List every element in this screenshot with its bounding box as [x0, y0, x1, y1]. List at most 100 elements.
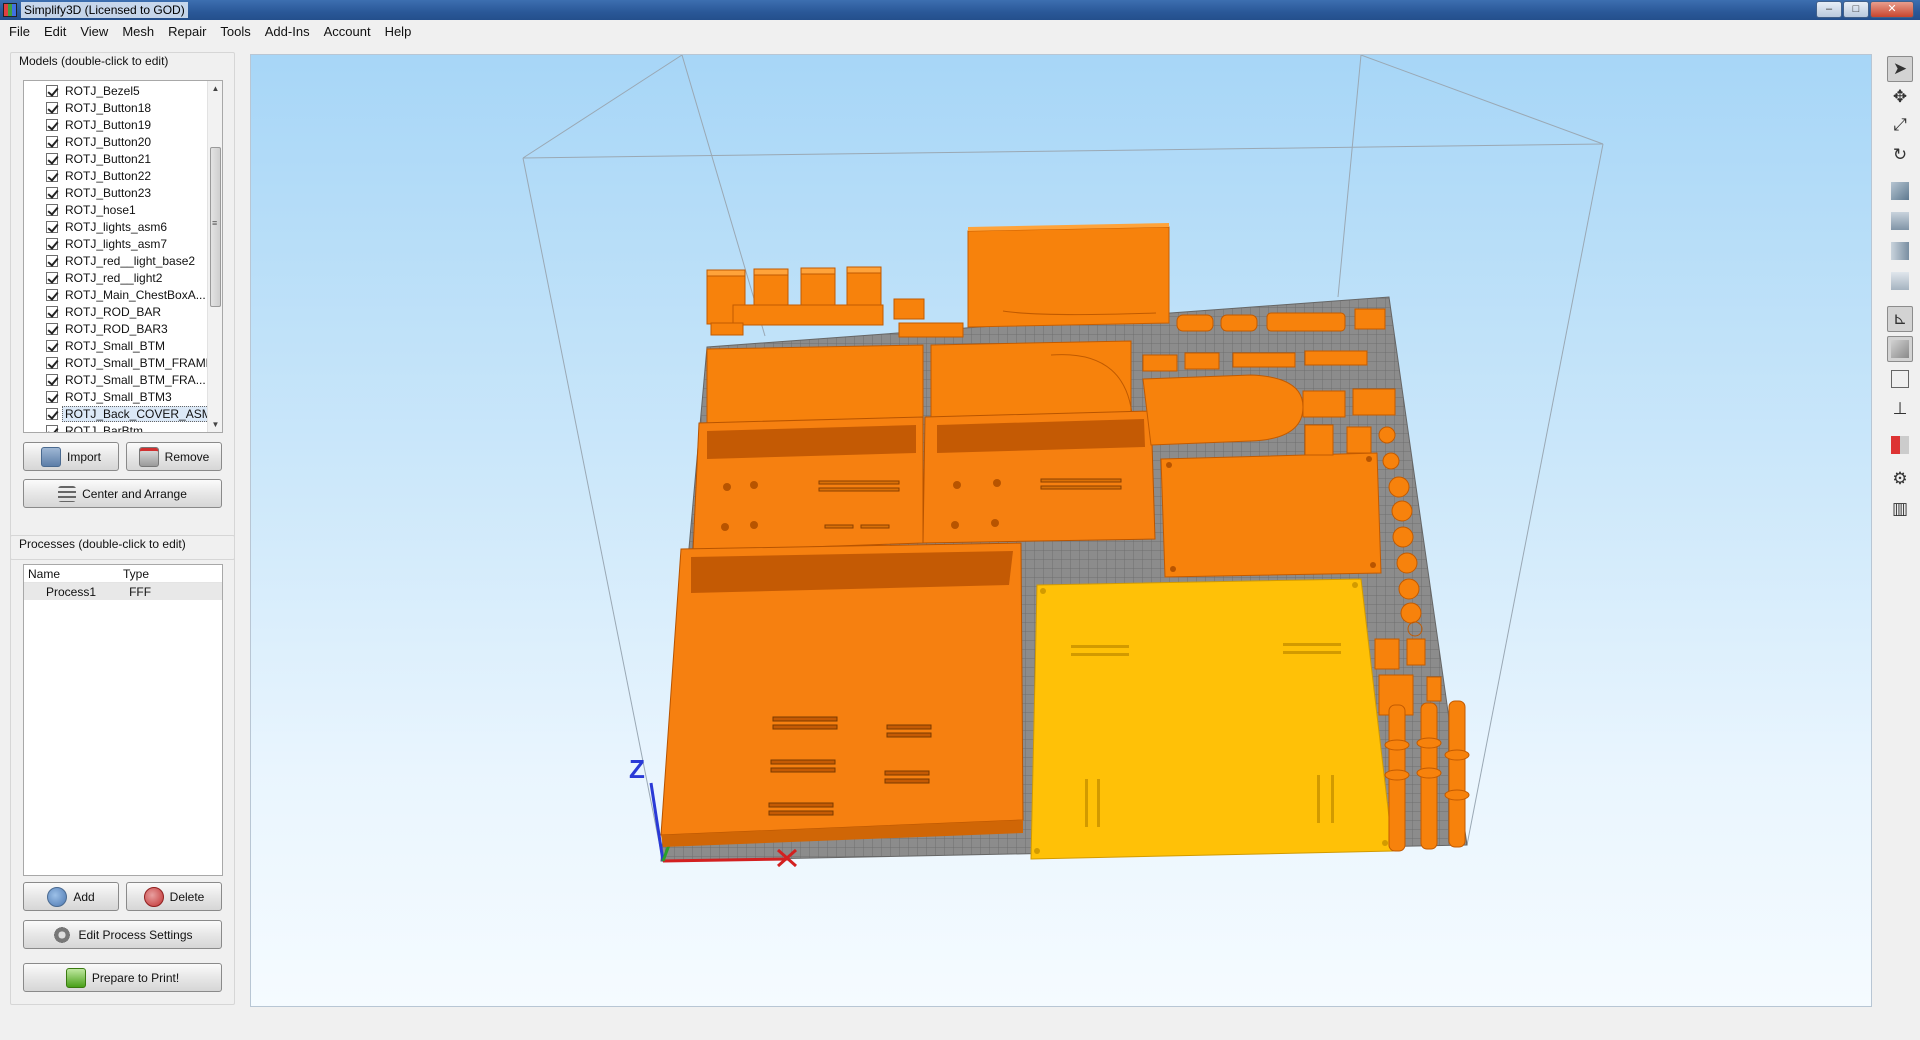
- model-name: ROTJ_BarBtm: [65, 423, 144, 433]
- checkbox[interactable]: [46, 390, 58, 403]
- checkbox[interactable]: [46, 220, 58, 233]
- processes-table[interactable]: Name Type Process1 FFF: [23, 564, 223, 876]
- checkbox[interactable]: [46, 407, 58, 420]
- import-button[interactable]: Import: [23, 442, 119, 471]
- list-item[interactable]: ROTJ_Button20: [24, 133, 222, 150]
- scroll-up-icon[interactable]: ▲: [208, 81, 222, 96]
- checkbox[interactable]: [46, 237, 58, 250]
- solid-view-icon[interactable]: [1887, 336, 1913, 362]
- model-back-panel[interactable]: [967, 223, 1170, 328]
- list-item[interactable]: ROTJ_Button23: [24, 184, 222, 201]
- menu-add-ins[interactable]: Add-Ins: [258, 20, 317, 43]
- checkbox[interactable]: [46, 305, 58, 318]
- menu-mesh[interactable]: Mesh: [115, 20, 161, 43]
- checkbox[interactable]: [46, 152, 58, 165]
- menu-edit[interactable]: Edit: [37, 20, 73, 43]
- list-item[interactable]: ROTJ_lights_asm7: [24, 235, 222, 252]
- model-plate-right[interactable]: [1160, 452, 1382, 578]
- scroll-down-icon[interactable]: ▼: [208, 417, 222, 432]
- models-list[interactable]: ROTJ_Bezel5 ROTJ_Button18 ROTJ_Button19 ROT…: [23, 80, 223, 433]
- view-top-icon[interactable]: [1887, 268, 1913, 294]
- checkbox[interactable]: [46, 373, 58, 386]
- list-item[interactable]: ROTJ_red__light_base2: [24, 252, 222, 269]
- 3d-viewport[interactable]: Z: [250, 54, 1872, 1007]
- model-box-large[interactable]: [660, 542, 1024, 847]
- scale-icon[interactable]: ⤢: [1887, 112, 1913, 138]
- list-item[interactable]: ROTJ_Bezel5: [24, 82, 222, 99]
- checkbox[interactable]: [46, 271, 58, 284]
- list-item[interactable]: ROTJ_Button22: [24, 167, 222, 184]
- checkbox[interactable]: [46, 118, 58, 131]
- checkbox[interactable]: [46, 203, 58, 216]
- close-button[interactable]: ✕: [1870, 1, 1914, 18]
- remove-button[interactable]: Remove: [126, 442, 222, 471]
- move-icon[interactable]: ✥: [1887, 84, 1913, 110]
- model-small-blocks[interactable]: [706, 266, 964, 338]
- menu-view[interactable]: View: [73, 20, 115, 43]
- list-item[interactable]: ROTJ_Button18: [24, 99, 222, 116]
- app-logo-icon: [3, 3, 17, 17]
- menu-repair[interactable]: Repair: [161, 20, 213, 43]
- cross-section-icon[interactable]: [1887, 432, 1913, 458]
- model-rod-bars[interactable]: [1384, 700, 1470, 852]
- table-row[interactable]: Process1 FFF: [24, 583, 222, 600]
- scroll-thumb[interactable]: [210, 147, 221, 307]
- checkbox[interactable]: [46, 84, 58, 97]
- edit-process-settings-button[interactable]: Edit Process Settings: [23, 920, 222, 949]
- list-item[interactable]: ROTJ_ROD_BAR3: [24, 320, 222, 337]
- maximize-button[interactable]: □: [1843, 1, 1869, 18]
- menu-tools[interactable]: Tools: [213, 20, 257, 43]
- wireframe-view-icon[interactable]: [1887, 366, 1913, 392]
- list-item[interactable]: ROTJ_Main_ChestBoxA...: [24, 286, 222, 303]
- list-item[interactable]: ROTJ_Button19: [24, 116, 222, 133]
- axes-icon[interactable]: ⊾: [1887, 306, 1913, 332]
- list-item[interactable]: ROTJ_Small_BTM_FRA...: [24, 371, 222, 388]
- menu-file[interactable]: File: [2, 20, 37, 43]
- checkbox[interactable]: [46, 424, 58, 432]
- view-default-icon[interactable]: [1887, 178, 1913, 204]
- add-process-button[interactable]: Add: [23, 882, 119, 911]
- checkbox[interactable]: [46, 254, 58, 267]
- menu-help[interactable]: Help: [378, 20, 419, 43]
- prepare-to-print-button[interactable]: Prepare to Print!: [23, 963, 222, 992]
- normals-icon[interactable]: ⊥: [1887, 396, 1913, 422]
- view-front-icon[interactable]: [1887, 208, 1913, 234]
- build-volume-scene: Z: [522, 55, 1604, 868]
- supports-icon[interactable]: ▥: [1887, 496, 1913, 522]
- delete-process-button[interactable]: Delete: [126, 882, 222, 911]
- list-item[interactable]: ROTJ_BarBtm: [24, 422, 222, 433]
- rotate-icon[interactable]: ↻: [1887, 142, 1913, 168]
- checkbox[interactable]: [46, 101, 58, 114]
- list-item[interactable]: ROTJ_Small_BTM3: [24, 388, 222, 405]
- list-item[interactable]: ROTJ_hose1: [24, 201, 222, 218]
- list-item[interactable]: ROTJ_ROD_BAR: [24, 303, 222, 320]
- window-controls: – □ ✕: [1816, 1, 1914, 18]
- view-side-icon[interactable]: [1887, 238, 1913, 264]
- settings-icon[interactable]: ⚙: [1887, 466, 1913, 492]
- model-back-cover-selected[interactable]: [1030, 578, 1394, 860]
- model-box-upper-left[interactable]: [692, 344, 924, 552]
- import-icon: [40, 446, 61, 467]
- checkbox[interactable]: [46, 169, 58, 182]
- center-arrange-button[interactable]: Center and Arrange: [23, 479, 222, 508]
- menu-account[interactable]: Account: [317, 20, 378, 43]
- list-item[interactable]: ROTJ_Button21: [24, 150, 222, 167]
- minimize-button[interactable]: –: [1816, 1, 1842, 18]
- checkbox[interactable]: [46, 186, 58, 199]
- models-list-scrollbar[interactable]: ▲ ▼: [207, 81, 222, 432]
- checkbox[interactable]: [46, 135, 58, 148]
- model-box-upper-middle[interactable]: [922, 340, 1156, 544]
- select-icon[interactable]: ➤: [1887, 56, 1913, 82]
- list-item[interactable]: ROTJ_Small_BTM: [24, 337, 222, 354]
- list-item[interactable]: ROTJ_lights_asm6: [24, 218, 222, 235]
- checkbox[interactable]: [46, 288, 58, 301]
- model-name: ROTJ_Small_BTM: [65, 338, 166, 353]
- checkbox[interactable]: [46, 356, 58, 369]
- list-item[interactable]: ROTJ_Small_BTM_FRAME: [24, 354, 222, 371]
- model-d-plate[interactable]: [1142, 374, 1304, 446]
- checkbox[interactable]: [46, 339, 58, 352]
- list-item[interactable]: ROTJ_red__light2: [24, 269, 222, 286]
- checkbox[interactable]: [46, 322, 58, 335]
- list-item[interactable]: ROTJ_Back_COVER_ASM: [24, 405, 222, 422]
- model-name: ROTJ_Small_BTM_FRA...: [65, 372, 206, 387]
